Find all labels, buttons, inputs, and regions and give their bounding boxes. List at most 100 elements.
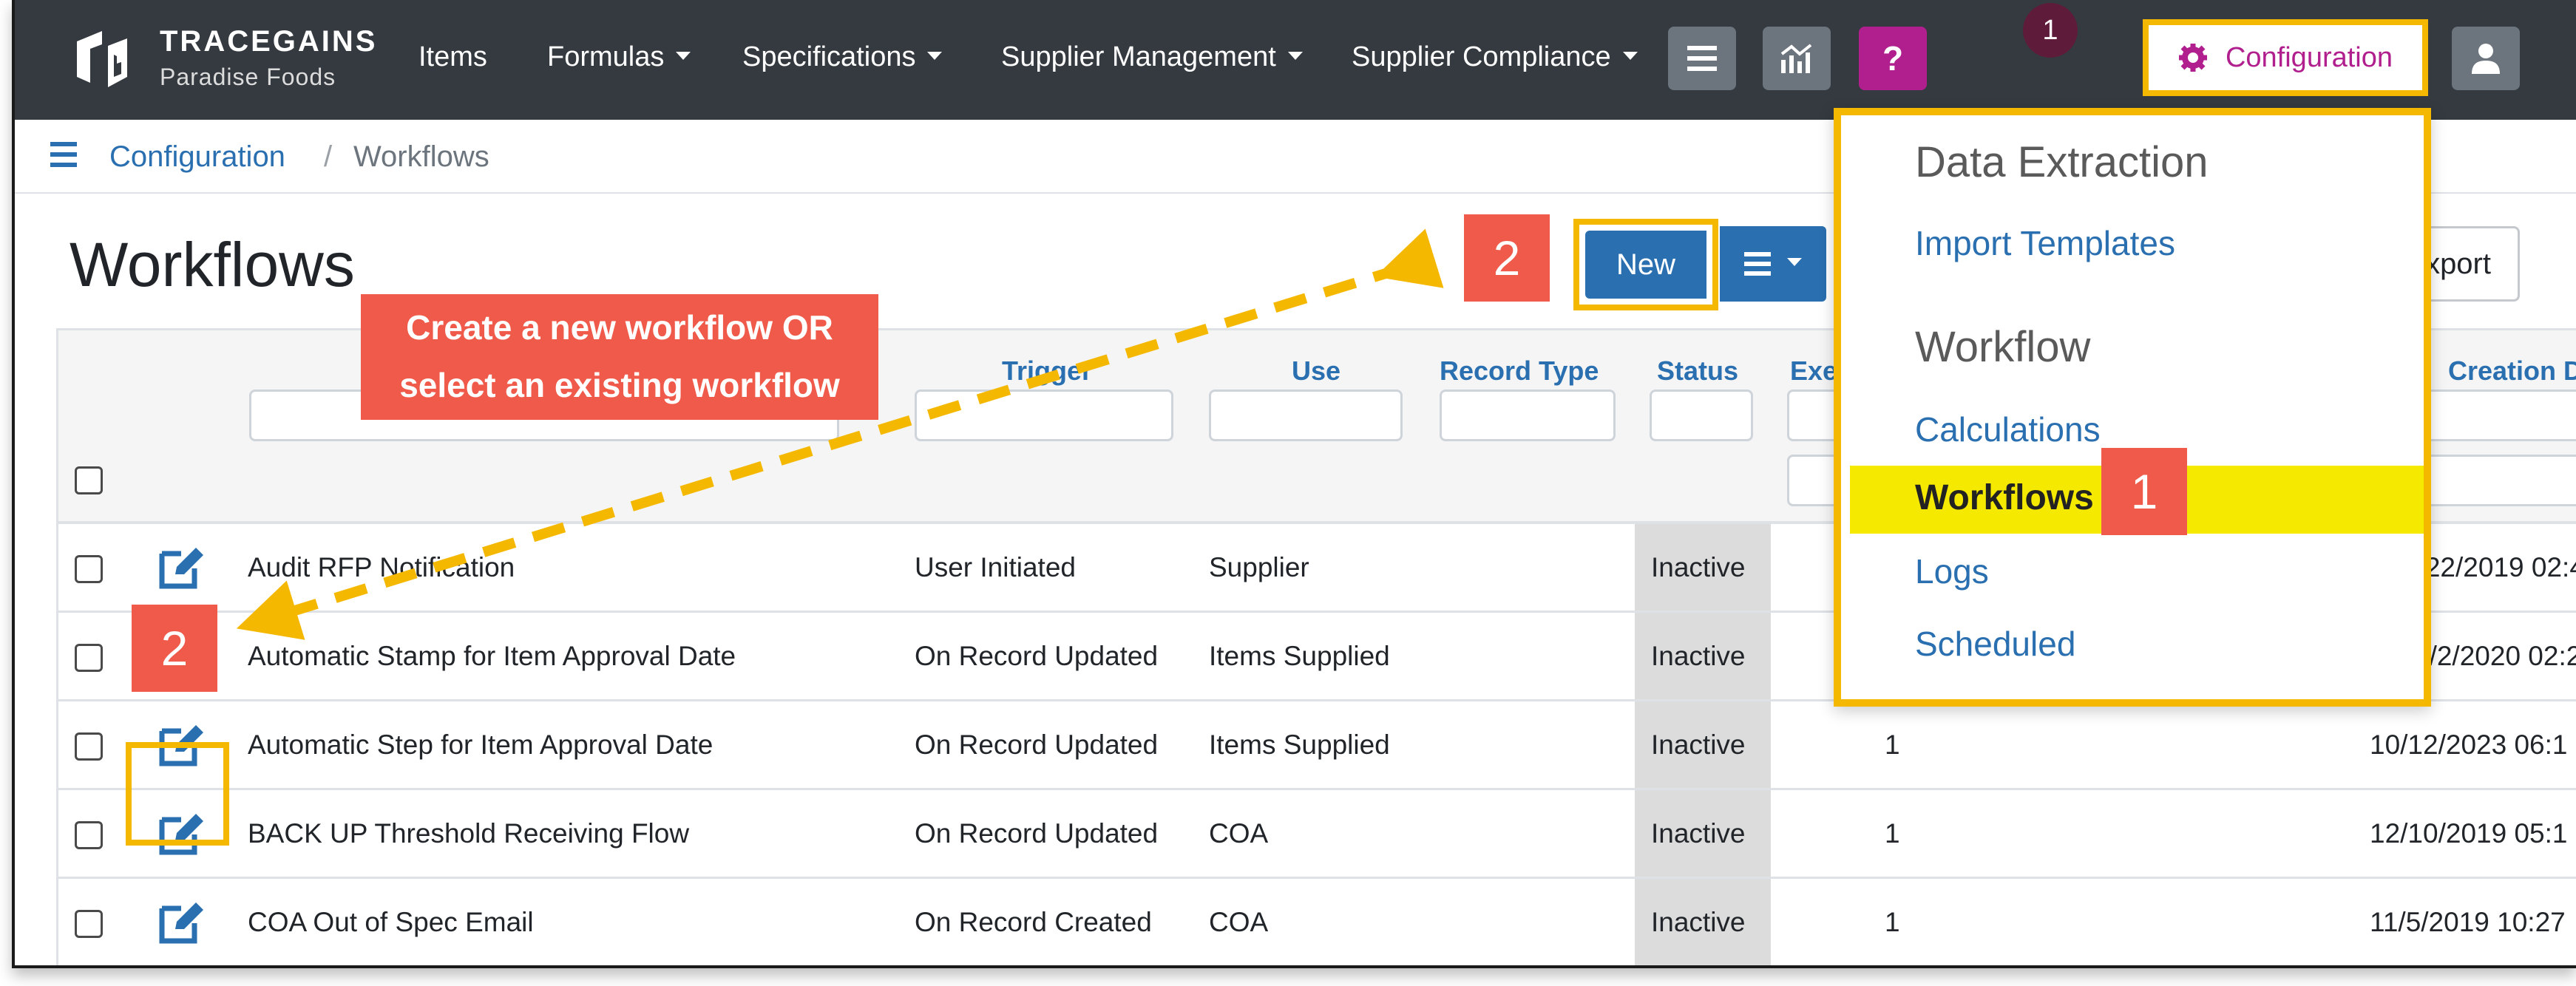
header-status[interactable]: Status (1657, 356, 1738, 387)
nav-items[interactable]: Items (418, 41, 487, 73)
workflow-trigger: On Record Updated (915, 641, 1159, 671)
configuration-button[interactable]: Configuration (2143, 19, 2428, 96)
row-checkbox[interactable] (75, 821, 103, 849)
status-filter-input[interactable] (1650, 390, 1753, 441)
nav-supplier-management-label: Supplier Management (1001, 41, 1276, 72)
workflow-trigger: On Record Created (915, 907, 1152, 937)
new-workflow-button[interactable]: New (1585, 231, 1706, 299)
workflow-trigger: On Record Updated (915, 818, 1159, 849)
workflow-executions: 1 (1885, 907, 1900, 937)
header-executions[interactable]: Exe (1790, 356, 1837, 387)
list-options-button[interactable] (1720, 226, 1826, 302)
dropdown-section-data-extraction: Data Extraction (1915, 138, 2209, 186)
table-row[interactable]: COA Out of Spec Email On Record Created … (58, 879, 2576, 965)
workflow-name[interactable]: COA Out of Spec Email (248, 907, 534, 938)
use-filter-input[interactable] (1209, 390, 1403, 441)
list-icon (1744, 252, 1771, 276)
brand-subtitle: Paradise Foods (160, 64, 336, 90)
caret-down-icon (1787, 257, 1802, 266)
workflow-name[interactable]: BACK UP Threshold Receiving Flow (248, 818, 689, 849)
instruction-callout: Create a new workflow OR select an exist… (361, 294, 878, 420)
sidebar-toggle-icon[interactable] (50, 142, 80, 169)
record-type-filter-input[interactable] (1440, 390, 1616, 441)
status-cell: Inactive (1635, 524, 1771, 611)
menu-item-workflows-label: Workflows (1915, 478, 2094, 517)
edit-icon[interactable] (159, 901, 205, 944)
workflow-use: COA (1209, 818, 1269, 849)
workflow-status: Inactive (1651, 641, 1746, 671)
breadcrumb-current: Workflows (353, 140, 489, 173)
hamburger-icon (1687, 46, 1717, 71)
nav-supplier-compliance[interactable]: Supplier Compliance (1352, 41, 1638, 73)
edit-icon[interactable] (159, 546, 205, 589)
notification-badge: 1 (2023, 3, 2078, 58)
top-navbar: TRACEGAINS Paradise Foods Items Formulas… (15, 0, 2576, 120)
caret-down-icon (1622, 52, 1638, 61)
instruction-line-1: Create a new workflow OR (406, 308, 833, 347)
workflow-name[interactable]: Automatic Stamp for Item Approval Date (248, 641, 736, 672)
help-button[interactable]: ? (1859, 27, 1927, 90)
workflow-status: Inactive (1651, 907, 1746, 937)
caret-down-icon (676, 52, 691, 61)
row-checkbox[interactable] (75, 732, 103, 761)
question-mark-icon: ? (1882, 39, 1904, 78)
workflow-status: Inactive (1651, 552, 1746, 582)
header-record-type[interactable]: Record Type (1440, 356, 1599, 387)
workflow-use: COA (1209, 907, 1269, 937)
workflow-created: 1/2/2020 02:2 (2414, 641, 2576, 671)
nav-formulas[interactable]: Formulas (547, 41, 691, 73)
page-title: Workflows (70, 230, 355, 299)
menu-item-import-templates[interactable]: Import Templates (1915, 223, 2175, 263)
edit-icon-highlight (126, 742, 229, 846)
table-row[interactable]: BACK UP Threshold Receiving Flow On Reco… (58, 790, 2576, 879)
row-checkbox[interactable] (75, 644, 103, 672)
header-trigger[interactable]: Trigger (1002, 356, 1092, 387)
menu-item-scheduled[interactable]: Scheduled (1915, 624, 2075, 664)
user-icon (2472, 44, 2500, 74)
table-row[interactable]: Automatic Step for Item Approval Date On… (58, 701, 2576, 790)
workflow-name[interactable]: Audit RFP Notification (248, 552, 515, 583)
workflow-created: 10/12/2023 06:1 (2370, 730, 2568, 760)
status-cell: Inactive (1635, 701, 1771, 788)
step-2-badge-new: 2 (1464, 214, 1550, 302)
configuration-dropdown: Data Extraction Import Templates Workflo… (1834, 108, 2431, 707)
menu-item-calculations[interactable]: Calculations (1915, 409, 2101, 449)
gear-icon (2178, 44, 2207, 72)
nav-supplier-compliance-label: Supplier Compliance (1352, 41, 1611, 72)
menu-button[interactable] (1668, 27, 1736, 90)
menu-item-logs[interactable]: Logs (1915, 551, 1989, 591)
workflow-executions: 1 (1885, 730, 1900, 760)
header-creation-date[interactable]: Creation D (2448, 356, 2576, 387)
tracegains-logo-icon[interactable] (71, 28, 133, 90)
analytics-button[interactable] (1763, 27, 1831, 90)
workflow-created: 11/5/2019 10:27 (2370, 907, 2566, 937)
nav-specifications[interactable]: Specifications (742, 41, 943, 73)
row-checkbox[interactable] (75, 910, 103, 938)
nav-specifications-label: Specifications (742, 41, 916, 72)
step-1-badge: 1 (2101, 448, 2187, 535)
workflow-executions: 1 (1885, 818, 1900, 849)
breadcrumb-configuration-link[interactable]: Configuration (109, 140, 285, 174)
workflow-name[interactable]: Automatic Step for Item Approval Date (248, 730, 713, 761)
nav-supplier-management[interactable]: Supplier Management (1001, 41, 1303, 73)
nav-items-label: Items (418, 41, 487, 72)
nav-formulas-label: Formulas (547, 41, 665, 72)
new-button-highlight: New (1573, 219, 1718, 310)
breadcrumb-separator: / (324, 140, 333, 173)
status-cell: Inactive (1635, 613, 1771, 699)
workflow-status: Inactive (1651, 818, 1746, 849)
workflow-trigger: On Record Updated (915, 730, 1159, 760)
select-all-checkbox[interactable] (75, 466, 103, 494)
caret-down-icon (1287, 52, 1303, 61)
trigger-filter-input[interactable] (915, 390, 1173, 441)
status-cell: Inactive (1635, 790, 1771, 877)
step-2-badge-edit: 2 (132, 605, 217, 692)
analytics-chart-icon (1780, 44, 1812, 73)
user-menu-button[interactable] (2452, 27, 2520, 90)
header-use[interactable]: Use (1292, 356, 1340, 387)
workflow-status: Inactive (1651, 730, 1746, 760)
app-window: TRACEGAINS Paradise Foods Items Formulas… (12, 0, 2576, 968)
workflow-created: 12/10/2019 05:1 (2370, 818, 2568, 849)
workflow-use: Supplier (1209, 552, 1309, 582)
row-checkbox[interactable] (75, 555, 103, 583)
